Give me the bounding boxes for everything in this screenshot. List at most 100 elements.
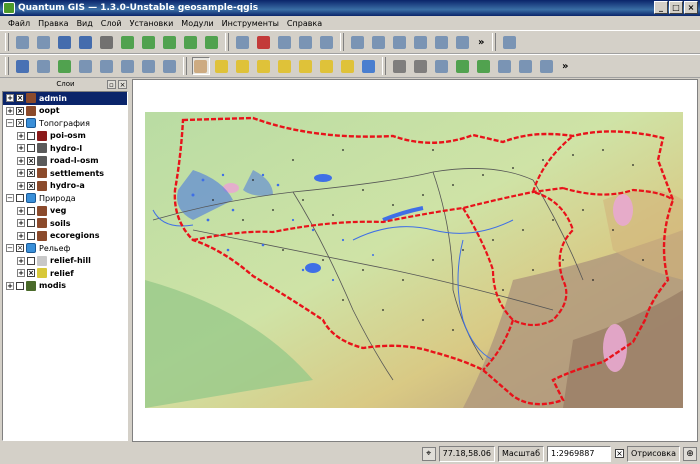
add-island-button[interactable] (475, 57, 493, 75)
menu-settings[interactable]: Установки (126, 19, 178, 28)
close-panel-button[interactable]: × (118, 80, 127, 89)
layer-row[interactable]: + veg (3, 205, 127, 218)
simplify-button[interactable] (433, 57, 451, 75)
layer-visibility-checkbox[interactable] (27, 231, 35, 240)
scale-input[interactable]: 1:2969887 (547, 445, 612, 462)
menu-tools[interactable]: Инструменты (218, 19, 283, 28)
expand-toggle[interactable]: + (6, 281, 14, 290)
refresh-button[interactable] (360, 57, 378, 75)
layer-row[interactable]: + × road-l-osm (3, 155, 127, 168)
layer-visibility-checkbox[interactable]: × (16, 106, 24, 115)
layer-row[interactable]: + × admin (3, 92, 127, 105)
layer-visibility-checkbox[interactable] (27, 131, 35, 140)
expand-toggle[interactable]: + (17, 269, 25, 278)
layer-row[interactable]: + ecoregions (3, 230, 127, 243)
add-vertex-button[interactable] (56, 57, 74, 75)
layer-group-row[interactable]: − × Рельеф (3, 242, 127, 255)
toolbar-grip[interactable] (5, 57, 9, 75)
show-all-button[interactable] (297, 33, 315, 51)
expand-toggle[interactable]: − (6, 244, 14, 253)
toolbar-grip[interactable] (382, 57, 386, 75)
layers-panel-header[interactable]: Слои ▫ × (2, 79, 129, 90)
measure-button[interactable] (412, 33, 430, 51)
toolbar-grip[interactable] (340, 33, 344, 51)
layer-group-row[interactable]: − Природа (3, 192, 127, 205)
reshape-button[interactable] (538, 57, 556, 75)
window-titlebar[interactable]: Quantum GIS — 1.3.0-Unstable geosample-q… (0, 0, 700, 16)
add-postgis-button[interactable] (161, 33, 179, 51)
menu-help[interactable]: Справка (283, 19, 326, 28)
zoom-out-button[interactable] (234, 57, 252, 75)
layer-visibility-checkbox[interactable] (27, 206, 35, 215)
expand-toggle[interactable]: + (17, 144, 25, 153)
delete-vertex-button[interactable] (98, 57, 116, 75)
move-feature-button[interactable] (35, 57, 53, 75)
float-panel-button[interactable]: ▫ (107, 80, 116, 89)
layer-visibility-checkbox[interactable] (27, 256, 35, 265)
layer-visibility-checkbox[interactable]: × (27, 181, 35, 190)
expand-toggle[interactable]: + (17, 219, 25, 228)
layer-visibility-checkbox[interactable]: × (27, 156, 35, 165)
layer-visibility-checkbox[interactable]: × (27, 169, 35, 178)
layer-row[interactable]: + poi-osm (3, 130, 127, 143)
add-wms-button[interactable] (182, 33, 200, 51)
layer-group-row[interactable]: − × Топография (3, 117, 127, 130)
pencil-button[interactable] (14, 57, 32, 75)
layer-visibility-checkbox[interactable]: × (16, 244, 24, 253)
map-canvas[interactable] (132, 79, 698, 442)
layer-visibility-checkbox[interactable]: × (27, 269, 35, 278)
toolbar-grip[interactable] (183, 57, 187, 75)
paste-button[interactable] (161, 57, 179, 75)
add-vector-button[interactable] (119, 33, 137, 51)
render-checkbox[interactable]: × (615, 449, 625, 458)
layer-visibility-checkbox[interactable]: × (16, 94, 24, 103)
identify-select-button[interactable] (349, 33, 367, 51)
add-layer-button[interactable] (203, 33, 221, 51)
python-console-button[interactable] (501, 33, 519, 51)
layer-visibility-checkbox[interactable]: × (16, 119, 24, 128)
expand-toggle[interactable]: + (17, 181, 25, 190)
add-raster-button[interactable] (140, 33, 158, 51)
new-project-button[interactable] (14, 33, 32, 51)
menu-layer[interactable]: Слой (97, 19, 126, 28)
layer-visibility-checkbox[interactable] (27, 144, 35, 153)
expand-toggle[interactable]: + (17, 256, 25, 265)
maximize-button[interactable]: □ (669, 1, 683, 14)
map-tips-button[interactable] (454, 33, 472, 51)
zoom-full-button[interactable] (255, 57, 273, 75)
expand-toggle[interactable]: + (6, 94, 14, 103)
zoom-in-button[interactable] (213, 57, 231, 75)
layer-row[interactable]: + × hydro-a (3, 180, 127, 193)
expand-toggle[interactable]: − (6, 119, 14, 128)
layer-row[interactable]: + × settlements (3, 167, 127, 180)
cut-button[interactable] (119, 57, 137, 75)
print-button[interactable] (98, 33, 116, 51)
annotation-button[interactable] (433, 33, 451, 51)
layer-row[interactable]: + soils (3, 217, 127, 230)
minimize-button[interactable]: _ (654, 1, 668, 14)
layer-visibility-checkbox[interactable] (27, 219, 35, 228)
delete-ring-button[interactable] (496, 57, 514, 75)
expand-toggle[interactable]: + (17, 156, 25, 165)
open-project-button[interactable] (35, 33, 53, 51)
attribute-table-button[interactable] (391, 33, 409, 51)
save-as-button[interactable] (77, 33, 95, 51)
expand-toggle[interactable]: + (17, 169, 25, 178)
expand-toggle[interactable]: + (17, 206, 25, 215)
zoom-layer-button[interactable] (297, 57, 315, 75)
zoom-next-button[interactable] (339, 57, 357, 75)
coordinate-toggle-icon[interactable]: ⌖ (421, 446, 436, 461)
toolbar-grip[interactable] (5, 33, 9, 51)
hide-all-button[interactable] (318, 33, 336, 51)
toolbar-overflow-button[interactable]: » (478, 37, 484, 48)
redo-button[interactable] (412, 57, 430, 75)
undo-button[interactable] (391, 57, 409, 75)
menu-plugins[interactable]: Модули (177, 19, 217, 28)
toolbar-grip[interactable] (225, 33, 229, 51)
layer-row[interactable]: + relief-hill (3, 255, 127, 268)
layer-visibility-checkbox[interactable] (16, 281, 24, 290)
pan-button[interactable] (191, 57, 210, 75)
expand-toggle[interactable]: + (17, 231, 25, 240)
layer-row[interactable]: + modis (3, 280, 127, 293)
delete-part-button[interactable] (517, 57, 535, 75)
